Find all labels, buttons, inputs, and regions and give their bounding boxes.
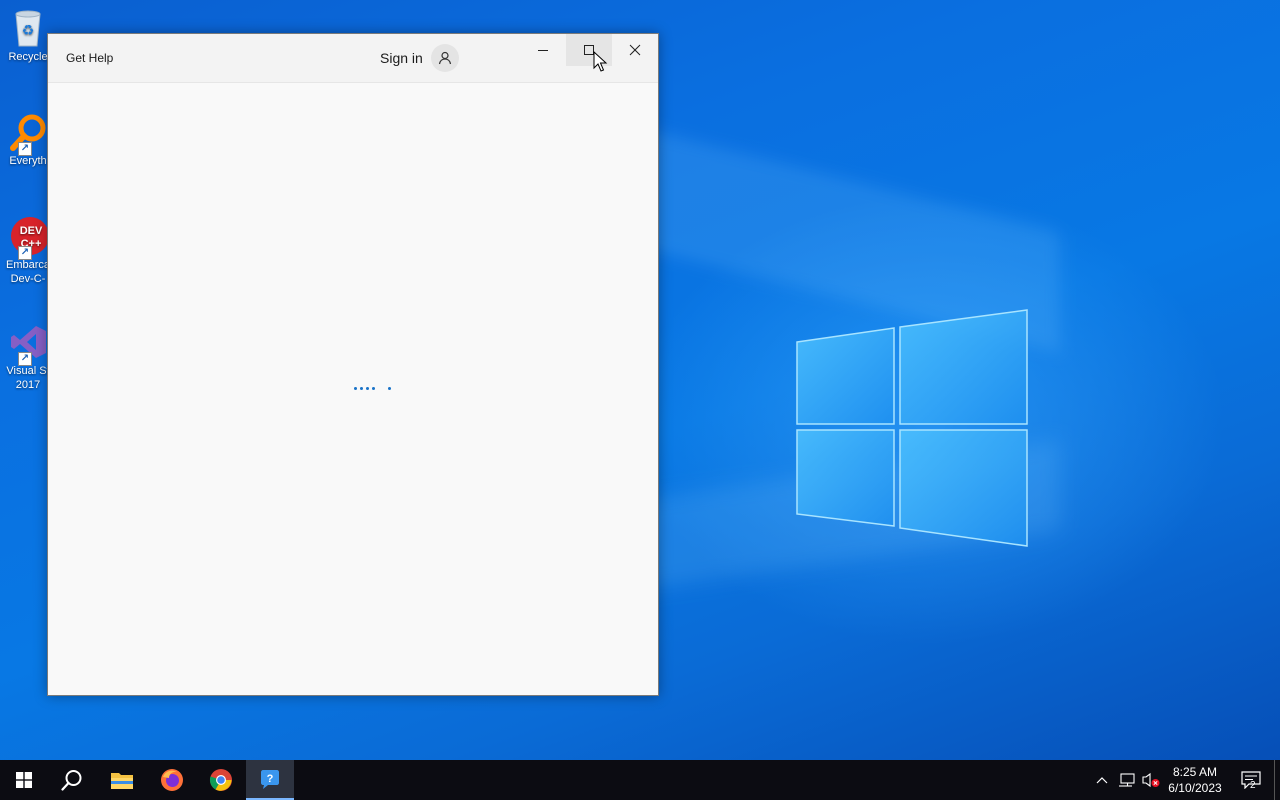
svg-text:♻: ♻ [22, 22, 35, 38]
action-center-button[interactable]: 2 [1236, 760, 1266, 800]
title-bar[interactable]: Get Help Sign in [48, 34, 658, 83]
search-icon [61, 770, 82, 791]
get-help-window: Get Help Sign in [47, 33, 659, 696]
recycle-bin-icon: ♻ [8, 8, 48, 48]
minimize-button[interactable] [520, 34, 566, 66]
svg-text:DEV: DEV [20, 225, 43, 237]
loading-dot [372, 387, 375, 390]
devcpp-icon: DEV C++ ↗ [8, 216, 49, 260]
shortcut-arrow-icon: ↗ [18, 352, 32, 366]
sign-in-button[interactable]: Sign in [380, 43, 459, 73]
loading-dot [360, 387, 363, 390]
show-hidden-icons-button[interactable] [1090, 760, 1114, 800]
windows-start-icon [16, 772, 32, 788]
close-icon [629, 44, 641, 56]
visual-studio-icon: ↗ [8, 322, 48, 366]
clock[interactable]: 8:25 AM 6/10/2023 [1162, 764, 1228, 796]
minimize-icon [538, 50, 548, 51]
mouse-cursor-icon [593, 51, 608, 72]
taskbar: ? 8:25 AM 6/10/2023 2 [0, 760, 1280, 800]
firefox-icon [161, 769, 183, 791]
network-icon [1119, 773, 1135, 787]
get-help-icon: ? [261, 770, 279, 789]
loading-dot [366, 387, 369, 390]
clock-time: 8:25 AM [1172, 765, 1218, 779]
search-button[interactable] [48, 760, 96, 800]
svg-text:?: ? [267, 773, 274, 785]
volume-muted-icon [1142, 772, 1160, 788]
show-desktop-button[interactable] [1274, 760, 1280, 800]
chrome-icon [209, 769, 232, 791]
person-icon [430, 44, 459, 72]
folder-icon [111, 773, 133, 789]
notification-count: 2 [1250, 780, 1256, 791]
everything-search-icon: ↗ [8, 112, 48, 156]
loading-dot [388, 387, 391, 390]
clock-date: 6/10/2023 [1168, 781, 1222, 795]
close-button[interactable] [612, 34, 658, 66]
windows-logo-wallpaper [796, 309, 1028, 547]
loading-dots [354, 387, 391, 390]
taskbar-chrome[interactable] [197, 760, 245, 800]
loading-dot [354, 387, 357, 390]
window-title: Get Help [66, 51, 114, 65]
start-button[interactable] [0, 760, 48, 800]
sign-in-label: Sign in [380, 50, 423, 66]
shortcut-arrow-icon: ↗ [18, 246, 32, 260]
shortcut-arrow-icon: ↗ [18, 142, 32, 156]
taskbar-firefox[interactable] [148, 760, 196, 800]
taskbar-get-help[interactable]: ? [246, 760, 294, 800]
taskbar-file-explorer[interactable] [98, 760, 146, 800]
volume-button[interactable] [1139, 760, 1163, 800]
network-button[interactable] [1115, 760, 1139, 800]
chevron-up-icon [1096, 777, 1108, 784]
